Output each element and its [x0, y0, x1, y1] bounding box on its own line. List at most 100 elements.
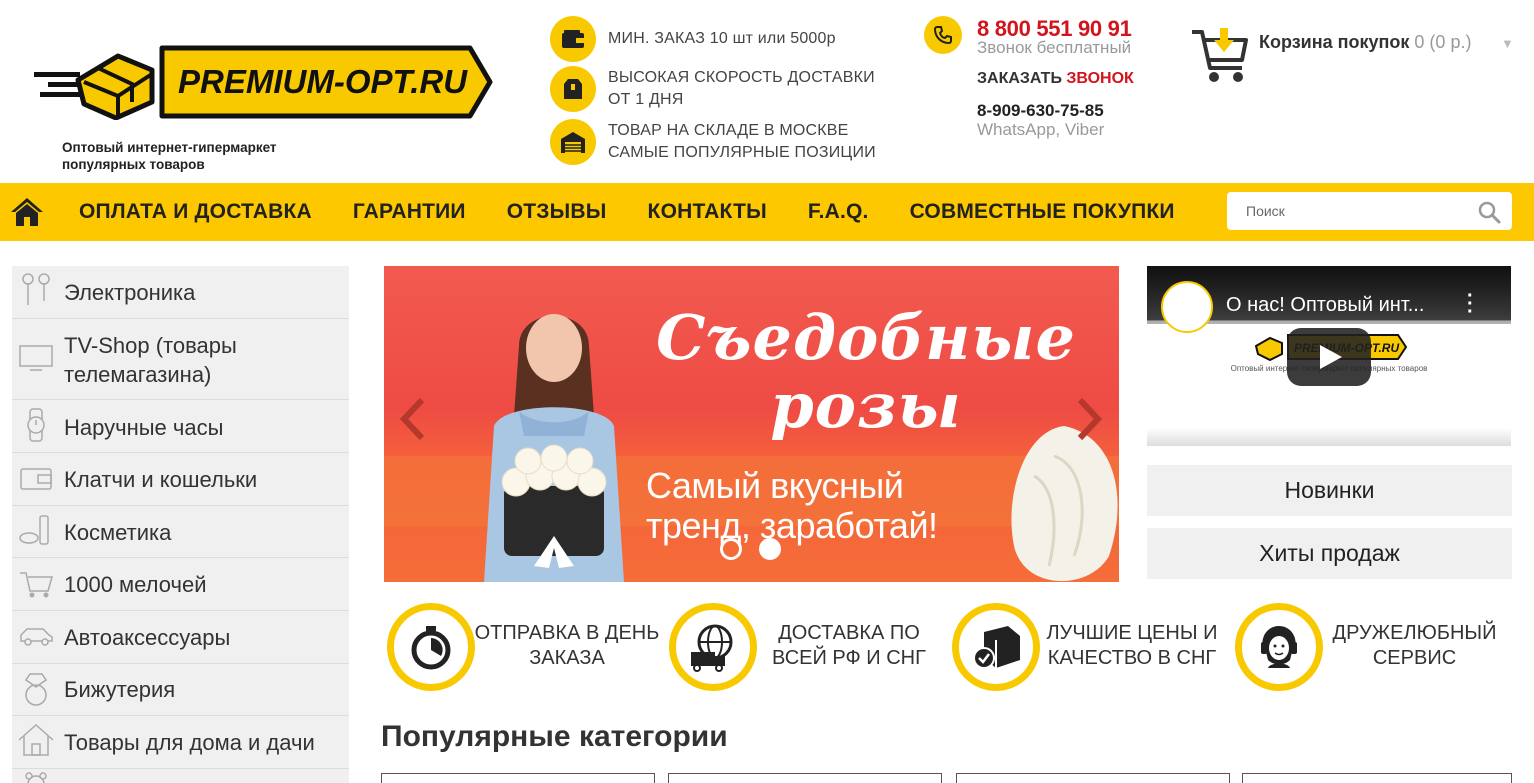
phone-number-whatsapp[interactable]: 8-909-630-75-85	[977, 101, 1104, 121]
sidebar-item-label: 1000 мелочей	[64, 572, 207, 597]
globe-truck-icon	[669, 603, 757, 691]
search-input[interactable]	[1227, 192, 1467, 230]
advantage-text: ДРУЖЕЛЮБНЫЙ СЕРВИС	[1332, 622, 1497, 669]
advantage-text: ЛУЧШИЕ ЦЕНЫ И КАЧЕСТВО В СНГ	[1046, 622, 1218, 669]
banner-subtitle: Самый вкусный тренд, заработай!	[646, 465, 938, 546]
sidebar-item-label: TV-Shop (товары телемагазина)	[64, 333, 237, 387]
home-icon[interactable]	[10, 197, 44, 227]
category-sidebar: Электроника TV-Shop (товары телемагазина…	[12, 266, 349, 783]
nav-item-faq[interactable]: F.A.Q.	[808, 200, 869, 224]
sidebar-item-label: Электроника	[64, 280, 196, 305]
cart-icon	[1192, 28, 1248, 82]
sidebar-item-auto-accessories[interactable]: Автоаксессуары	[12, 611, 349, 664]
feature-text: ТОВАР НА СКЛАДЕ В МОСКВЕ САМЫЕ ПОПУЛЯРНЫ…	[608, 122, 876, 161]
sidebar-item-label: Наручные часы	[64, 415, 224, 440]
advantage-same-day-dispatch: ОТПРАВКА В ДЕНЬ ЗАКАЗА	[387, 603, 667, 691]
advantage-friendly-service: ДРУЖЕЛЮБНЫЙ СЕРВИС	[1235, 603, 1515, 691]
channel-avatar[interactable]	[1161, 281, 1213, 333]
site-header: PREMIUM-OPT.RU Оптовый интернет-гипермар…	[0, 0, 1534, 183]
cart-label: Корзина покупок	[1259, 32, 1410, 52]
wallet-icon	[550, 16, 596, 62]
slider-dot-active[interactable]	[759, 538, 781, 560]
sidebar-item-label: Товары для дома и дачи	[64, 730, 315, 755]
feature-warehouse: ТОВАР НА СКЛАДЕ В МОСКВЕ САМЫЕ ПОПУЛЯРНЫ…	[550, 119, 898, 165]
nav-item-reviews[interactable]: ОТЗЫВЫ	[507, 200, 607, 224]
search-icon[interactable]	[1477, 200, 1501, 224]
sidebar-item-label: Бижутерия	[64, 677, 176, 702]
cosmetics-icon	[16, 511, 56, 551]
phone-icon	[924, 16, 962, 54]
order-callback-link[interactable]: ЗАКАЗАТЬ ЗВОНОК	[977, 70, 1134, 88]
ring-icon	[16, 669, 56, 709]
messengers-note: WhatsApp, Viber	[977, 120, 1105, 139]
warehouse-icon	[550, 119, 596, 165]
sidebar-item-jewelry[interactable]: Бижутерия	[12, 664, 349, 716]
nav-item-joint-purchases[interactable]: СОВМЕСТНЫЕ ПОКУПКИ	[910, 200, 1175, 224]
sidebar-item-1000-trifles[interactable]: 1000 мелочей	[12, 558, 349, 611]
feature-delivery-speed: ВЫСОКАЯ СКОРОСТЬ ДОСТАВКИ ОТ 1 ДНЯ	[550, 66, 898, 112]
play-icon[interactable]	[1287, 328, 1371, 386]
headphones-icon	[16, 270, 56, 310]
sidebar-item-label: Автоаксессуары	[64, 625, 231, 650]
tv-icon	[16, 337, 56, 377]
search-box	[1227, 192, 1512, 230]
nav-menu: ОПЛАТА И ДОСТАВКА ГАРАНТИИ ОТЗЫВЫ КОНТАК…	[79, 200, 1216, 224]
logo-text: PREMIUM-OPT.RU	[178, 63, 468, 100]
chevron-left-icon[interactable]	[398, 396, 428, 442]
popular-category-card[interactable]	[1242, 773, 1512, 783]
wallet-icon	[16, 458, 56, 498]
promo-slider[interactable]: Съедобные розы Самый вкусный тренд, зара…	[384, 266, 1119, 582]
main-nav: ОПЛАТА И ДОСТАВКА ГАРАНТИИ ОТЗЫВЫ КОНТАК…	[0, 183, 1534, 241]
feature-text: ВЫСОКАЯ СКОРОСТЬ ДОСТАВКИ ОТ 1 ДНЯ	[608, 69, 875, 108]
popular-category-card[interactable]	[668, 773, 942, 783]
nav-item-guarantees[interactable]: ГАРАНТИИ	[353, 200, 466, 224]
sidebar-item-clutches-wallets[interactable]: Клатчи и кошельки	[12, 453, 349, 506]
shopping-cart[interactable]: Корзина покупок 0 (0 р.) ▼	[1190, 26, 1530, 86]
phone-note: Звонок бесплатный	[977, 38, 1132, 57]
feature-min-order: МИН. ЗАКАЗ 10 шт или 5000р	[550, 16, 836, 62]
bestsellers-button[interactable]: Хиты продаж	[1147, 528, 1512, 579]
car-icon	[16, 616, 56, 656]
cart-count: 0 (0 р.)	[1414, 32, 1472, 52]
slider-dots	[720, 538, 798, 560]
support-agent-icon	[1235, 603, 1323, 691]
box-icon	[550, 66, 596, 112]
quality-box-icon	[952, 603, 1040, 691]
toy-icon	[16, 771, 56, 783]
video-title[interactable]: О нас! Оптовый инт...	[1226, 294, 1424, 317]
sidebar-item-label: Клатчи и кошельки	[64, 467, 258, 492]
watch-icon	[16, 405, 56, 445]
popular-category-card[interactable]	[956, 773, 1230, 783]
nav-item-contacts[interactable]: КОНТАКТЫ	[648, 200, 767, 224]
callback-accent: ЗВОНОК	[1066, 70, 1134, 87]
sidebar-item-label: Косметика	[64, 520, 172, 545]
chevron-right-icon[interactable]	[1074, 396, 1104, 442]
new-arrivals-button[interactable]: Новинки	[1147, 465, 1512, 516]
advantage-delivery-rf-cis: ДОСТАВКА ПО ВСЕЙ РФ И СНГ	[669, 603, 949, 691]
sidebar-item-cosmetics[interactable]: Косметика	[12, 506, 349, 558]
advantage-text: ОТПРАВКА В ДЕНЬ ЗАКАЗА	[474, 622, 660, 669]
advantage-best-prices: ЛУЧШИЕ ЦЕНЫ И КАЧЕСТВО В СНГ	[952, 603, 1232, 691]
sidebar-item-watches[interactable]: Наручные часы	[12, 400, 349, 453]
sidebar-item-electronics[interactable]: Электроника	[12, 266, 349, 319]
popular-category-card[interactable]	[381, 773, 655, 783]
house-icon	[16, 720, 56, 760]
chevron-down-icon[interactable]: ▼	[1501, 36, 1514, 51]
sidebar-item-home-garden[interactable]: Товары для дома и дачи	[12, 716, 349, 769]
video-bottom-shade	[1147, 428, 1511, 446]
stopwatch-icon	[387, 603, 475, 691]
model-with-roses-image	[484, 314, 624, 582]
basket-icon	[16, 563, 56, 603]
nav-item-payment-delivery[interactable]: ОПЛАТА И ДОСТАВКА	[79, 200, 312, 224]
callback-prefix: ЗАКАЗАТЬ	[977, 70, 1062, 87]
more-vert-icon[interactable]: · · ·	[1467, 286, 1474, 322]
sidebar-item-more[interactable]	[12, 769, 349, 783]
about-video[interactable]: PREMIUM-OPT.RU Оптовый интернет-гипермар…	[1147, 266, 1511, 446]
popular-categories-heading: Популярные категории	[381, 720, 728, 753]
sidebar-item-tv-shop[interactable]: TV-Shop (товары телемагазина)	[12, 319, 349, 400]
slider-dot[interactable]	[720, 538, 742, 560]
cart-summary: Корзина покупок 0 (0 р.)	[1259, 32, 1471, 53]
site-logo[interactable]: PREMIUM-OPT.RU	[34, 44, 494, 120]
feature-text: МИН. ЗАКАЗ 10 шт или 5000р	[608, 30, 836, 47]
site-tagline: Оптовый интернет-гипермаркет популярных …	[62, 140, 277, 172]
